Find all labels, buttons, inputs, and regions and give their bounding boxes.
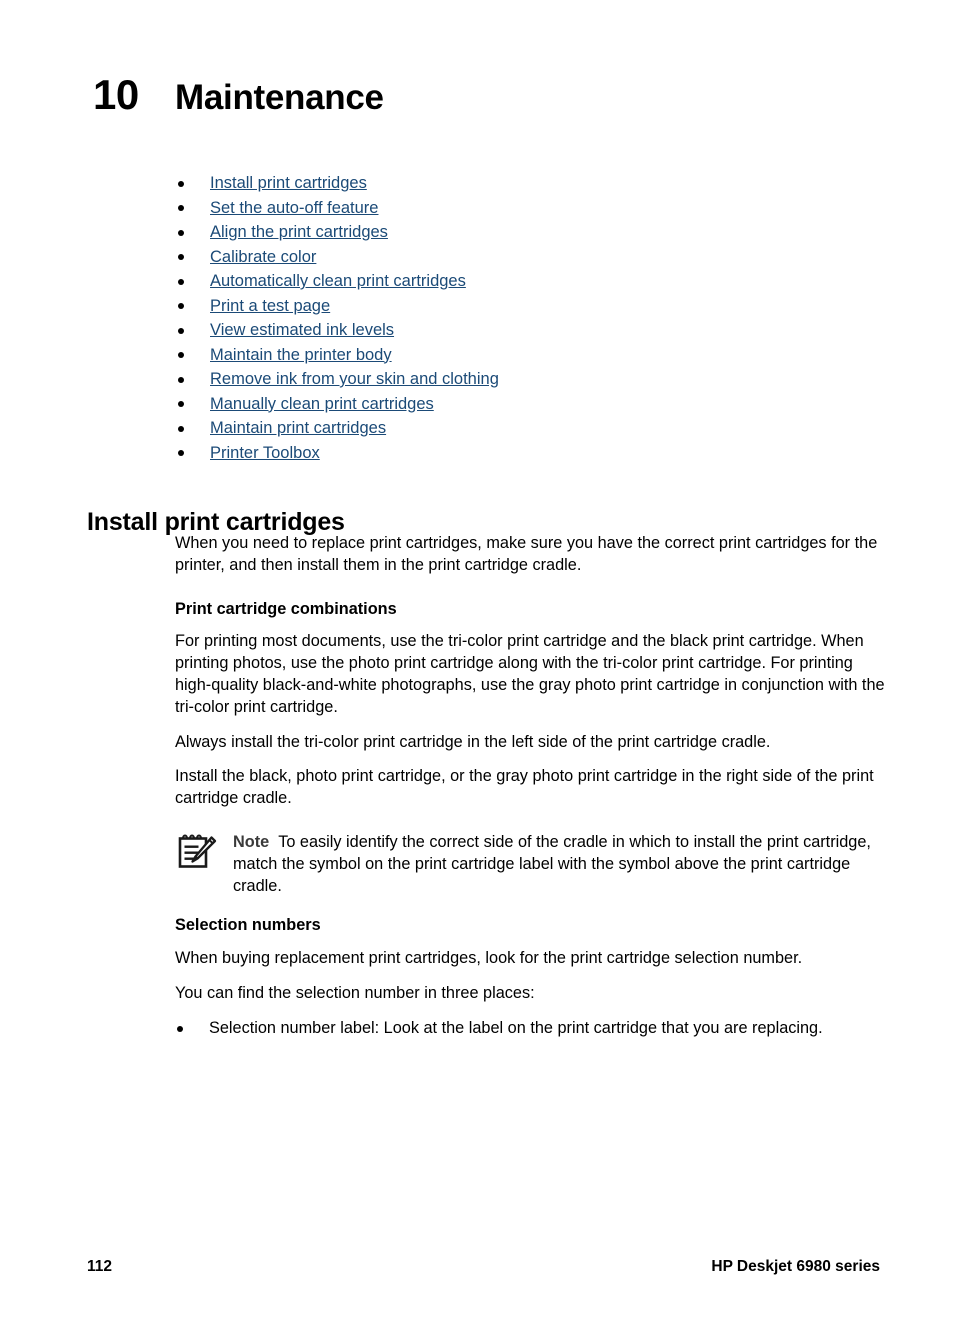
toc-link[interactable]: Maintain print cartridges — [176, 416, 906, 441]
toc-link[interactable]: Manually clean print cartridges — [176, 392, 906, 417]
bullet-icon — [178, 352, 184, 358]
selection-numbers-paragraph-2: You can find the selection number in thr… — [175, 983, 535, 1002]
bullet-icon — [178, 303, 184, 309]
toc-link-label: View estimated ink levels — [210, 321, 395, 339]
toc-link-label: Maintain the printer body — [210, 345, 392, 364]
toc-link-label: Maintain print cartridges — [210, 419, 387, 437]
toc-link[interactable]: Install print cartridges — [176, 171, 906, 196]
toc-link-label: Printer Toolbox — [210, 443, 320, 462]
toc-link-label: Automatically clean print cartridges — [210, 272, 466, 290]
selection-numbers-list: Selection number label: Look at the labe… — [175, 1018, 887, 1040]
bullet-icon — [178, 278, 184, 285]
toc-link[interactable]: Printer Toolbox — [176, 441, 906, 466]
toc-link[interactable]: View estimated ink levels — [176, 318, 906, 343]
bullet-icon — [177, 1025, 183, 1032]
bullet-icon — [178, 376, 184, 383]
bullet-icon — [178, 180, 184, 187]
chapter-title: Maintenance — [175, 78, 384, 117]
chapter-link-list: Install print cartridges Set the auto-of… — [176, 171, 906, 465]
toc-link[interactable]: Remove ink from your skin and clothing — [176, 367, 906, 392]
toc-link[interactable]: Set the auto-off feature — [176, 196, 906, 221]
combinations-paragraph-3: Install the black, photo print cartridge… — [175, 767, 874, 808]
footer-product-name: HP Deskjet 6980 series — [711, 1258, 880, 1275]
combinations-paragraph-2: Always install the tri-color print cartr… — [175, 732, 771, 751]
footer-page-number: 112 — [87, 1258, 113, 1275]
document-page: 10 Maintenance Install print cartridges … — [0, 0, 954, 1321]
subheading-print-cartridge-combinations: Print cartridge combinations — [175, 599, 397, 618]
bullet-icon — [178, 205, 184, 211]
chapter-header: 10 Maintenance — [93, 74, 384, 116]
note-body: Note To easily identify the correct side … — [233, 829, 887, 897]
note-text: To easily identify the correct side of t… — [233, 832, 871, 895]
selection-numbers-paragraph-1: When buying replacement print cartridges… — [175, 949, 803, 968]
toc-link[interactable]: Align the print cartridges — [176, 220, 906, 245]
note-callout: Note To easily identify the correct side … — [175, 829, 887, 897]
bullet-icon — [178, 401, 184, 407]
toc-link[interactable]: Print a test page — [176, 294, 906, 319]
toc-link-label: Print a test page — [210, 296, 331, 315]
toc-link[interactable]: Calibrate color — [176, 245, 906, 270]
bullet-icon — [178, 425, 184, 432]
bullet-icon — [178, 450, 184, 456]
toc-link[interactable]: Maintain the printer body — [176, 343, 906, 368]
bullet-icon — [178, 327, 184, 334]
note-label: Note — [233, 832, 270, 851]
toc-link-label: Align the print cartridges — [210, 223, 388, 241]
list-item-label: Selection number label: Look at the labe… — [209, 1018, 823, 1037]
toc-link-label: Install print cartridges — [210, 174, 367, 192]
notepad-pencil-icon — [175, 830, 219, 874]
toc-link-label: Set the auto-off feature — [210, 198, 379, 217]
toc-link-label: Calibrate color — [210, 247, 317, 266]
section-content: When you need to replace print cartridge… — [175, 533, 887, 1044]
toc-link-label: Remove ink from your skin and clothing — [210, 370, 499, 388]
list-item: Selection number label: Look at the labe… — [175, 1018, 887, 1040]
toc-link-label: Manually clean print cartridges — [210, 394, 434, 413]
page-footer: 112 HP Deskjet 6980 series — [87, 1258, 880, 1276]
bullet-icon — [178, 229, 184, 236]
subheading-selection-numbers: Selection numbers — [175, 916, 321, 935]
combinations-paragraph-1: For printing most documents, use the tri… — [175, 632, 885, 716]
section-intro-paragraph: When you need to replace print cartridge… — [175, 534, 878, 574]
toc-link[interactable]: Automatically clean print cartridges — [176, 269, 906, 294]
chapter-number: 10 — [93, 71, 139, 118]
bullet-icon — [178, 254, 184, 260]
